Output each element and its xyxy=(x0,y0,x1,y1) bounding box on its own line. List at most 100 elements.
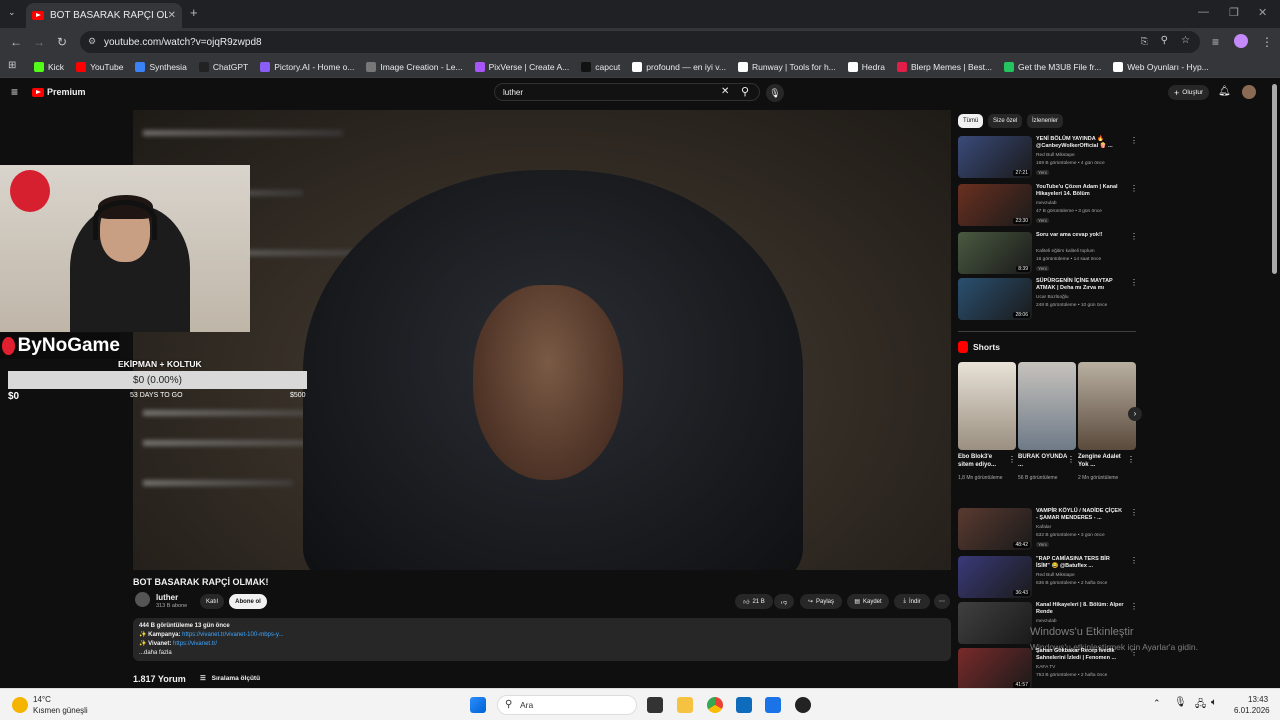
short-more-icon[interactable]: ⋮ xyxy=(1067,455,1075,464)
video-title[interactable]: "RAP CAMİASINA TERS BİR İSİM" 😂 @Batufle… xyxy=(1036,556,1124,570)
microphone-icon[interactable]: 🎙 xyxy=(1174,697,1187,708)
back-icon[interactable]: ← xyxy=(10,35,22,49)
video-thumbnail[interactable]: 36:43 xyxy=(958,556,1032,598)
video-channel[interactable]: Kaliteli eğitim kaliteli toplum xyxy=(1036,249,1095,254)
bookmark-item[interactable]: Image Creation - Le... xyxy=(366,61,463,72)
forward-icon[interactable]: → xyxy=(33,35,45,49)
bookmark-item[interactable]: Pictory.AI - Home o... xyxy=(260,61,354,72)
profile-avatar[interactable] xyxy=(1234,34,1248,48)
bookmark-item[interactable]: PixVerse | Create A... xyxy=(474,61,569,72)
video-channel[interactable]: Ucar Bozlüoğlu xyxy=(1036,295,1069,300)
new-tab-button[interactable]: + xyxy=(190,5,198,20)
more-actions-button[interactable]: ⋯ xyxy=(934,594,950,609)
bookmark-item[interactable]: Synthesia xyxy=(135,61,187,72)
reload-icon[interactable]: ↻ xyxy=(57,35,67,49)
tab-search-icon[interactable]: ⌄ xyxy=(8,7,16,18)
video-thumbnail[interactable] xyxy=(958,602,1032,644)
video-more-icon[interactable]: ⋮ xyxy=(1130,556,1138,565)
short-title[interactable]: Zengine Adalet Yok ... xyxy=(1078,453,1128,469)
window-close-icon[interactable]: ✕ xyxy=(1258,6,1267,19)
app-icon[interactable] xyxy=(795,697,811,713)
media-control-icon[interactable]: ≡ xyxy=(1212,35,1219,49)
create-button[interactable]: + Oluştur xyxy=(1168,85,1210,100)
short-thumbnail[interactable] xyxy=(958,362,1016,450)
account-avatar[interactable] xyxy=(1242,85,1256,99)
voice-search-icon[interactable]: 🎙 xyxy=(766,84,784,102)
video-title[interactable]: SÜPÜRGENİN İÇİNE MAYTAP ATMAK | Deha mı … xyxy=(1036,278,1124,292)
video-more-icon[interactable]: ⋮ xyxy=(1130,278,1138,287)
share-button[interactable]: ↪ Paylaş xyxy=(800,594,842,609)
short-thumbnail[interactable] xyxy=(1078,362,1136,450)
video-thumbnail[interactable]: 48:42 xyxy=(958,508,1032,550)
bookmark-item[interactable]: Get the M3U8 File fr... xyxy=(1004,61,1101,72)
dislike-button[interactable]: 👎︎ xyxy=(774,594,794,609)
chrome-menu-icon[interactable]: ⋮ xyxy=(1261,35,1273,49)
sort-comments-button[interactable]: ☰ Sıralama ölçütü xyxy=(200,674,260,682)
video-title[interactable]: YouTube'u Çözen Adam | Kanal Hikayeleri … xyxy=(1036,184,1124,198)
page-scrollbar[interactable] xyxy=(1272,84,1277,274)
short-thumbnail[interactable] xyxy=(1018,362,1076,450)
minimize-icon[interactable]: — xyxy=(1198,6,1209,18)
chrome-icon[interactable] xyxy=(707,697,723,713)
browser-tab[interactable]: BOT BASARAK RAPÇİ OLMAK! ✕ xyxy=(26,3,182,28)
tray-chevron-icon[interactable]: ⌃ xyxy=(1153,698,1161,709)
video-more-icon[interactable]: ⋮ xyxy=(1130,184,1138,193)
start-menu-icon[interactable] xyxy=(470,697,486,713)
bookmark-item[interactable]: Hedra xyxy=(847,61,885,72)
bookmark-item[interactable]: Web Oyunları - Hyp... xyxy=(1113,61,1209,72)
channel-name[interactable]: luther xyxy=(156,593,178,602)
store-icon[interactable] xyxy=(765,697,781,713)
recommended-video[interactable]: 27:21 YENİ BÖLÜM YAYINDA 🔥 @CanbeyWolkerO… xyxy=(958,136,1138,180)
video-description[interactable]: 444 B görüntüleme 13 gün önce ✨ Kampanya… xyxy=(133,618,951,661)
video-channel[interactable]: Kafalar xyxy=(1036,525,1051,530)
vivanet-link[interactable]: https://vivanet.tr/ xyxy=(173,641,217,647)
clock-time[interactable]: 13:43 xyxy=(1248,695,1268,704)
clear-search-icon[interactable]: ✕ xyxy=(721,86,729,97)
bookmark-item[interactable]: profound — en iyi v... xyxy=(632,61,726,72)
chip-for-you[interactable]: Size özel xyxy=(988,114,1023,128)
video-channel[interactable]: Red Bull Mikstape xyxy=(1036,153,1075,158)
volume-icon[interactable]: 🔈︎ xyxy=(1211,697,1217,708)
file-explorer-icon[interactable] xyxy=(677,697,693,713)
recommended-video[interactable]: 48:42 VAMPİR KÖYLÜ / NADİDE ÇİÇEK - ŞAMAR… xyxy=(958,508,1138,552)
recommended-video[interactable]: 28:06 SÜPÜRGENİN İÇİNE MAYTAP ATMAK | Deh… xyxy=(958,278,1138,322)
video-channel[interactable]: mevzulab xyxy=(1036,201,1057,206)
video-thumbnail[interactable]: 28:06 xyxy=(958,278,1032,320)
download-button[interactable]: ⤓ İndir xyxy=(894,594,930,609)
recommended-video[interactable]: 8:39 Soru var ama cevap yok!! Kaliteli eği… xyxy=(958,232,1138,276)
task-view-icon[interactable] xyxy=(647,697,663,713)
chip-all[interactable]: Tümü xyxy=(958,114,984,128)
taskbar-search-input[interactable]: ⚲ Ara xyxy=(497,695,637,715)
zoom-icon[interactable]: ⚲ xyxy=(1161,35,1168,46)
video-player[interactable] xyxy=(133,110,951,570)
save-button[interactable]: ▤ Kaydet xyxy=(847,594,889,609)
bookmark-item[interactable]: Blerp Memes | Best... xyxy=(896,61,992,72)
bookmark-item[interactable]: Runway | Tools for h... xyxy=(737,61,836,72)
hamburger-menu-icon[interactable]: ≡ xyxy=(11,85,18,99)
video-more-icon[interactable]: ⋮ xyxy=(1130,508,1138,517)
video-thumbnail[interactable]: 27:21 xyxy=(958,136,1032,178)
like-button[interactable]: 👍︎ 21 B xyxy=(735,594,773,609)
restore-icon[interactable]: ❐ xyxy=(1229,6,1239,19)
notifications-bell-icon[interactable]: 🔔︎ xyxy=(1218,86,1231,97)
bookmark-item[interactable]: Kick xyxy=(34,61,64,72)
short-title[interactable]: BURAK OYUNDA ... xyxy=(1018,453,1068,469)
video-more-icon[interactable]: ⋮ xyxy=(1130,232,1138,241)
video-title[interactable]: Kanal Hikayeleri | 8. Bölüm: Alper Rende xyxy=(1036,602,1124,616)
search-input[interactable]: luther ✕ ⚲ xyxy=(494,83,760,101)
search-icon[interactable]: ⚲ xyxy=(741,85,749,98)
apps-grid-icon[interactable]: ⊞ xyxy=(8,60,16,71)
video-title[interactable]: VAMPİR KÖYLÜ / NADİDE ÇİÇEK - ŞAMAR MEND… xyxy=(1036,508,1124,522)
short-more-icon[interactable]: ⋮ xyxy=(1127,455,1135,464)
recommended-video[interactable]: 41:57 Şahan Gökbakar Recep İvedik Sahnele… xyxy=(958,648,1138,692)
recommended-video[interactable]: 36:43 "RAP CAMİASINA TERS BİR İSİM" 😂 @Ba… xyxy=(958,556,1138,600)
outlook-icon[interactable] xyxy=(736,697,752,713)
recommended-video[interactable]: Kanal Hikayeleri | 8. Bölüm: Alper Rende… xyxy=(958,602,1138,646)
video-title[interactable]: YENİ BÖLÜM YAYINDA 🔥 @CanbeyWolkerOffici… xyxy=(1036,136,1124,150)
video-title[interactable]: Soru var ama cevap yok!! xyxy=(1036,232,1124,239)
address-bar[interactable]: ⚙ youtube.com/watch?v=ojqR9zwpd8 ⎘ ⚲ ☆ xyxy=(80,31,1200,53)
video-channel[interactable]: mevzulab xyxy=(1036,619,1057,624)
video-more-icon[interactable]: ⋮ xyxy=(1130,136,1138,145)
show-more-link[interactable]: ...daha fazla xyxy=(139,649,945,658)
video-thumbnail[interactable]: 23:30 xyxy=(958,184,1032,226)
